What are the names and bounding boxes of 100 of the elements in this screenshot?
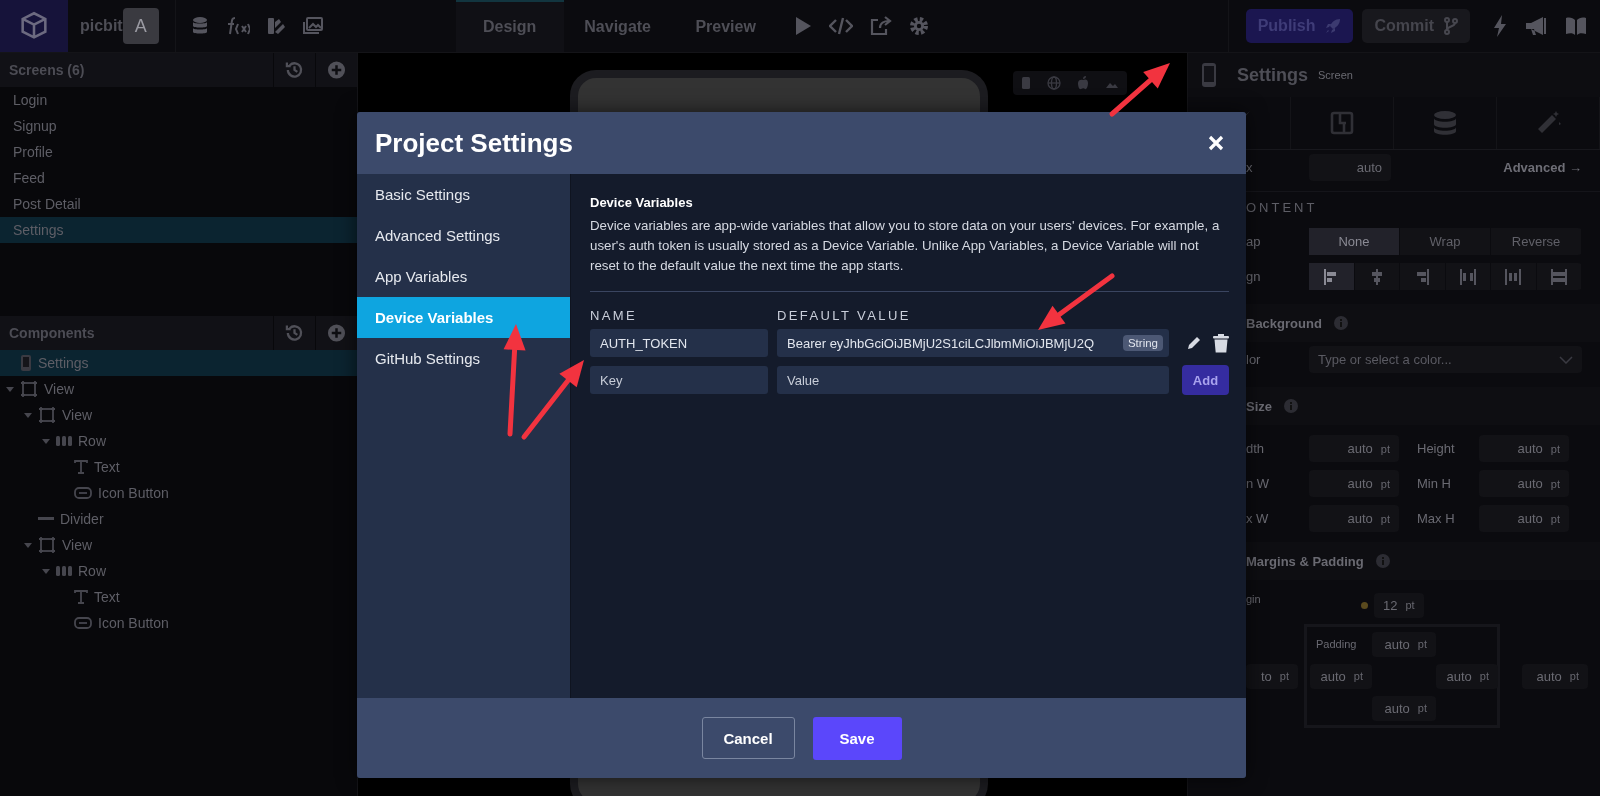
function-icon[interactable] xyxy=(225,16,250,36)
margin-input[interactable]: 12 pt xyxy=(1374,592,1424,618)
screen-list-item[interactable]: Signup xyxy=(0,113,357,139)
mode-tab[interactable]: Preview xyxy=(671,0,780,52)
wrap-option[interactable]: Wrap xyxy=(1400,228,1491,255)
dialog-title: Project Settings xyxy=(375,127,574,159)
swatch-icon[interactable] xyxy=(265,16,286,36)
inspector-title: Settings xyxy=(1237,64,1308,86)
component-tree-item[interactable]: Text xyxy=(0,584,357,610)
screen-list-item[interactable]: Post Detail xyxy=(0,191,357,217)
column-header: NAME xyxy=(590,308,639,323)
size-input[interactable]: auto pt xyxy=(1309,435,1399,462)
save-button[interactable]: Save xyxy=(812,716,902,760)
wrap-option[interactable]: None xyxy=(1309,228,1400,255)
screen-list-item[interactable]: Feed xyxy=(0,165,357,191)
settings-nav-item[interactable]: Advanced Settings xyxy=(357,215,570,256)
bolt-icon[interactable] xyxy=(1493,15,1507,37)
mode-tab[interactable]: Navigate xyxy=(563,0,672,52)
caret-icon[interactable] xyxy=(23,540,33,550)
branch-icon xyxy=(1444,17,1458,35)
margin-input[interactable]: to pt xyxy=(1246,663,1298,689)
size-input[interactable]: auto pt xyxy=(1309,470,1399,497)
square-icon xyxy=(38,406,56,424)
caret-icon[interactable] xyxy=(41,436,51,446)
key-input[interactable]: Key xyxy=(590,366,768,394)
section-title: Background xyxy=(1246,315,1322,331)
padding-input[interactable]: auto pt xyxy=(1310,663,1372,689)
database-icon xyxy=(1433,110,1457,136)
cancel-button[interactable]: Cancel xyxy=(701,717,795,759)
settings-nav-item[interactable]: GitHub Settings xyxy=(357,338,570,379)
component-tree-item[interactable]: Icon Button xyxy=(0,610,357,636)
align-icon xyxy=(1505,267,1522,286)
value-input[interactable]: Value xyxy=(777,366,1169,394)
settings-nav-item[interactable]: Basic Settings xyxy=(357,174,570,215)
play-icon[interactable] xyxy=(793,16,812,36)
columns-icon xyxy=(56,565,72,577)
padding-input[interactable]: auto pt xyxy=(1372,695,1436,721)
component-tree-item[interactable]: Row xyxy=(0,428,357,454)
column-header: DEFAULT VALUE xyxy=(777,308,912,323)
wrap-option[interactable]: Reverse xyxy=(1491,228,1582,255)
field-label: lor xyxy=(1246,352,1262,367)
screen-list-item[interactable]: Settings xyxy=(0,217,357,243)
field-label: x xyxy=(1246,160,1254,175)
field-label: Min H xyxy=(1416,476,1452,491)
advanced-link[interactable]: Advanced → xyxy=(1503,160,1582,175)
margin-input[interactable]: auto pt xyxy=(1522,663,1588,689)
app-name: picbit xyxy=(80,17,123,35)
value-input[interactable]: Bearer eyJhbGciOiJBMjU2S1ciLCJlbmMiOiJBMjU2Q String xyxy=(777,329,1169,357)
pencil-icon[interactable] xyxy=(1187,336,1201,350)
field-label: Height xyxy=(1416,441,1456,456)
share-icon[interactable] xyxy=(869,16,892,36)
settings-nav-item[interactable]: App Variables xyxy=(357,256,570,297)
name-input[interactable]: AUTH_TOKEN xyxy=(590,329,768,357)
text-icon xyxy=(74,590,88,604)
component-tree-item[interactable]: View xyxy=(0,376,357,402)
padding-label: Padding xyxy=(1315,638,1358,650)
book-icon[interactable] xyxy=(1565,16,1587,36)
info-icon[interactable] xyxy=(1333,316,1348,330)
caret-icon[interactable] xyxy=(5,384,15,394)
code-icon[interactable] xyxy=(828,17,853,35)
avatar-button[interactable]: A xyxy=(122,8,159,44)
dot-icon xyxy=(1361,601,1368,609)
caret-icon[interactable] xyxy=(41,566,51,576)
component-tree-item[interactable]: View xyxy=(0,402,357,428)
rocket-icon xyxy=(1325,18,1342,34)
mode-tab[interactable]: Design xyxy=(455,0,564,52)
screen-list-item[interactable]: Login xyxy=(0,87,357,113)
trash-icon[interactable] xyxy=(1213,333,1229,353)
align-option[interactable] xyxy=(1309,263,1355,290)
info-icon[interactable] xyxy=(1375,554,1390,568)
padding-input[interactable]: auto pt xyxy=(1372,631,1436,657)
field-label: n W xyxy=(1246,476,1271,491)
component-tree-item[interactable]: Icon Button xyxy=(0,480,357,506)
section-title: Device Variables xyxy=(590,195,694,210)
flex-input[interactable]: auto xyxy=(1309,154,1391,181)
align-icon xyxy=(1550,267,1567,286)
component-tree-item[interactable]: Row xyxy=(0,558,357,584)
field-label: gn xyxy=(1246,269,1262,284)
padding-input[interactable]: auto pt xyxy=(1436,663,1498,689)
settings-nav-item[interactable]: Device Variables xyxy=(357,297,570,338)
size-input[interactable]: auto pt xyxy=(1479,505,1569,532)
component-tree-item[interactable]: View xyxy=(0,532,357,558)
screen-list-item[interactable]: Profile xyxy=(0,139,357,165)
info-icon[interactable] xyxy=(1284,399,1298,413)
chevron-down-icon xyxy=(1559,355,1573,364)
color-select[interactable]: Type or select a color... xyxy=(1309,346,1582,373)
component-tree-item[interactable]: Settings xyxy=(0,350,357,376)
settings-icon[interactable] xyxy=(908,16,929,36)
size-input[interactable]: auto pt xyxy=(1479,470,1569,497)
caret-icon[interactable] xyxy=(23,410,33,420)
field-label: dth xyxy=(1246,441,1266,456)
size-input[interactable]: auto pt xyxy=(1309,505,1399,532)
component-tree-item[interactable]: Text xyxy=(0,454,357,480)
component-tree-item[interactable]: Divider xyxy=(0,506,357,532)
image-icon[interactable] xyxy=(301,16,324,36)
section-title: Size xyxy=(1246,398,1272,414)
type-tag: String xyxy=(1122,335,1163,351)
megaphone-icon[interactable] xyxy=(1525,16,1547,36)
size-input[interactable]: auto pt xyxy=(1479,435,1569,462)
add-button[interactable]: Add xyxy=(1182,365,1229,395)
